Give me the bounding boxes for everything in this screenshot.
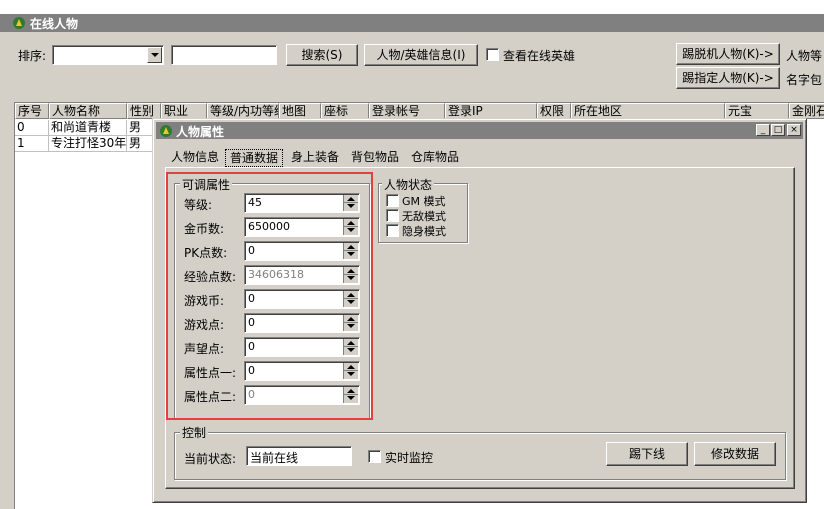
- stealth-mode-checkbox[interactable]: [386, 224, 399, 237]
- column-header[interactable]: 人物名称: [49, 103, 127, 119]
- minimize-icon[interactable]: _: [756, 124, 770, 136]
- column-header[interactable]: 序号: [15, 103, 49, 119]
- sort-label: 排序:: [18, 49, 47, 63]
- kick-offline-button[interactable]: 踢脱机人物(K)->: [676, 43, 780, 65]
- main-title-bar[interactable]: 在线人物: [0, 14, 824, 32]
- table-cell[interactable]: 0: [15, 120, 49, 136]
- gm-mode-label: GM 模式: [402, 195, 446, 208]
- control-group-title: 控制: [180, 424, 209, 441]
- column-header[interactable]: 地图: [279, 103, 321, 119]
- column-header[interactable]: 元宝: [725, 103, 789, 119]
- tab-general-data[interactable]: 普通数据: [225, 149, 284, 167]
- column-header[interactable]: 权限: [537, 103, 571, 119]
- realtime-monitor-label: 实时监控: [385, 451, 434, 465]
- modify-data-button[interactable]: 修改数据: [694, 442, 776, 466]
- highlight-box: [166, 172, 373, 420]
- app-icon: [160, 125, 172, 137]
- current-state-field[interactable]: 当前在线: [246, 446, 352, 466]
- hero-info-button[interactable]: 人物/英雄信息(I): [364, 44, 478, 66]
- column-header[interactable]: 登录帐号: [369, 103, 445, 119]
- column-header[interactable]: 所在地区: [571, 103, 725, 119]
- kick-offline-button[interactable]: 踢下线: [606, 442, 688, 466]
- status-group-title: 人物状态: [382, 176, 435, 193]
- invincible-mode-checkbox[interactable]: [386, 209, 399, 222]
- current-state-label: 当前状态:: [184, 452, 237, 466]
- close-icon[interactable]: ×: [787, 124, 801, 136]
- right-label-1: 人物等: [786, 49, 823, 63]
- column-header[interactable]: 等级/内功等级: [207, 103, 279, 119]
- tab-warehouse[interactable]: 仓库物品: [407, 149, 463, 167]
- column-header[interactable]: 登录IP: [445, 103, 537, 119]
- kick-selected-button[interactable]: 踢指定人物(K)->: [676, 67, 780, 89]
- window-title: 在线人物: [30, 17, 79, 31]
- tab-player-info[interactable]: 人物信息: [167, 149, 223, 167]
- dialog-title: 人物属性: [176, 125, 225, 139]
- dialog-title-bar[interactable]: 人物属性 _ □ ×: [156, 122, 803, 139]
- top-strip: [0, 0, 824, 14]
- table-cell[interactable]: 专注打怪30年: [49, 136, 127, 152]
- realtime-monitor-checkbox[interactable]: [368, 450, 381, 463]
- invincible-mode-label: 无敌模式: [402, 210, 446, 223]
- tab-backpack[interactable]: 背包物品: [347, 149, 403, 167]
- search-button[interactable]: 搜索(S): [286, 44, 358, 66]
- column-header[interactable]: 金刚石: [789, 103, 824, 119]
- chevron-down-icon[interactable]: [147, 47, 162, 63]
- view-hero-checkbox[interactable]: [486, 48, 499, 61]
- table-cell[interactable]: 1: [15, 136, 49, 152]
- search-input[interactable]: [171, 45, 277, 65]
- view-hero-label: 查看在线英雄: [503, 49, 576, 63]
- current-state-value: 当前在线: [250, 451, 299, 465]
- right-label-2: 名字包: [786, 73, 823, 87]
- column-header[interactable]: 座标: [321, 103, 369, 119]
- stealth-mode-label: 隐身模式: [402, 225, 446, 238]
- maximize-icon[interactable]: □: [771, 124, 785, 136]
- tab-equipment[interactable]: 身上装备: [287, 149, 343, 167]
- sort-select[interactable]: [52, 45, 164, 65]
- app-icon: [13, 17, 25, 29]
- column-header[interactable]: 性别: [127, 103, 161, 119]
- table-cell[interactable]: 和尚道青楼: [49, 120, 127, 136]
- column-header[interactable]: 职业: [161, 103, 207, 119]
- gm-mode-checkbox[interactable]: [386, 194, 399, 207]
